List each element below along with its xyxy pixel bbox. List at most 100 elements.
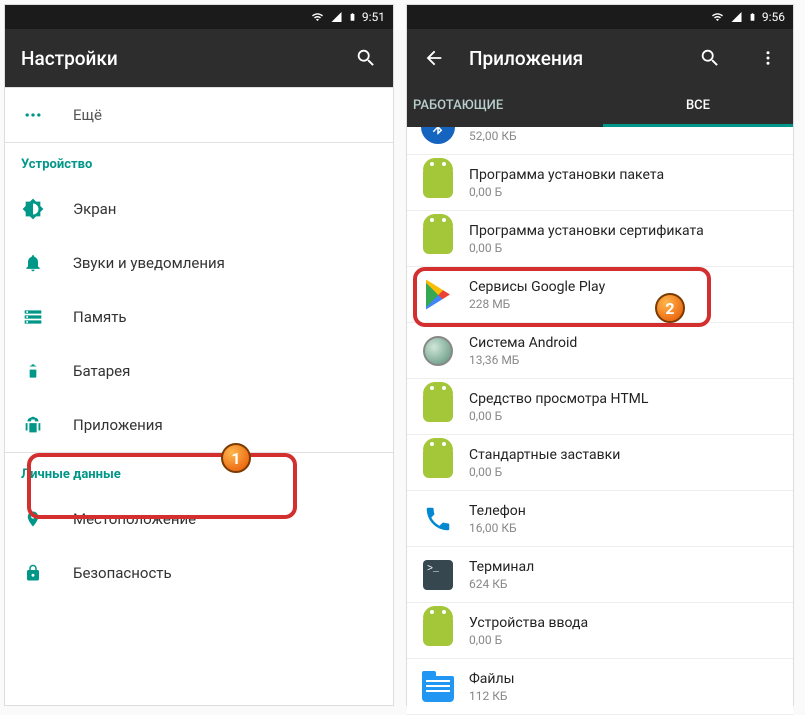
app-size: 0,00 Б [469,185,664,199]
overflow-button[interactable] [759,47,777,69]
tab-running[interactable]: РАБОТАЮЩИЕ [407,87,603,127]
more-icon [21,103,45,127]
app-size: 0,00 Б [469,465,620,479]
device-section-header: Устройство [5,143,393,182]
app-name: Программа установки сертификата [469,223,704,239]
app-row-phone[interactable]: Телефон 16,00 КБ [407,491,793,547]
apps-item[interactable]: Приложения [5,398,393,452]
battery-icon [748,10,757,24]
app-size: 0,00 Б [469,633,588,647]
status-bar: 9:51 [5,5,393,29]
app-row-system[interactable]: Система Android 13,36 МБ [407,323,793,379]
clock-text: 9:56 [762,10,785,24]
app-row-htmlviewer[interactable]: Средство просмотра HTML 0,00 Б [407,379,793,435]
app-size: 13,36 МБ [469,353,577,367]
bluetooth-icon [421,127,455,144]
bell-icon [21,251,45,275]
app-size: 0,00 Б [469,409,648,423]
app-name: Терминал [469,559,534,575]
app-name: Файлы [469,671,514,687]
storage-icon [21,305,45,329]
display-item[interactable]: Экран [5,182,393,236]
personal-section-header: Личные данные [5,453,393,492]
app-size: 52,00 КБ [469,129,616,143]
clock-text: 9:51 [362,10,385,24]
back-button[interactable] [423,47,445,69]
battery-label: Батарея [73,362,130,380]
app-size: 624 КБ [469,577,534,591]
wifi-icon [310,11,325,23]
app-row-bluetooth[interactable]: Передача по Bluetooth 52,00 КБ [407,127,793,155]
app-size: 228 МБ [469,297,605,311]
android-icon [421,614,455,648]
app-name: Система Android [469,335,577,351]
memory-label: Память [73,308,127,326]
battery-icon [348,10,357,24]
overflow-icon [759,47,777,69]
app-name: Телефон [469,503,526,519]
search-button[interactable] [699,47,721,69]
signal-icon [730,11,743,23]
app-name: Средство просмотра HTML [469,391,648,407]
battery-item[interactable]: Батарея [5,344,393,398]
location-icon [21,507,45,531]
app-name: Устройства ввода [469,615,588,631]
app-bar: Приложения [407,29,793,87]
settings-list: Ещё Устройство Экран Звуки и уведомления… [5,87,393,600]
app-name: Сервисы Google Play [469,279,605,295]
search-button[interactable] [355,47,377,69]
callout-badge-2: 2 [655,293,685,323]
play-services-icon [421,278,455,312]
android-icon [421,222,455,256]
system-icon [421,334,455,368]
display-label: Экран [73,200,116,218]
files-icon [421,670,455,704]
sound-item[interactable]: Звуки и уведомления [5,236,393,290]
app-size: 0,00 Б [469,241,704,255]
apps-label: Приложения [73,416,163,434]
search-icon [699,47,721,69]
app-bar: Настройки [5,29,393,87]
page-title: Приложения [469,47,583,70]
signal-icon [330,11,343,23]
app-row-input[interactable]: Устройства ввода 0,00 Б [407,603,793,659]
status-bar: 9:56 [407,5,793,29]
app-row-terminal[interactable]: >_ Терминал 624 КБ [407,547,793,603]
app-row-files[interactable]: Файлы 112 КБ [407,659,793,715]
phone-icon [421,502,455,536]
terminal-icon: >_ [421,558,455,592]
location-label: Местоположение [73,510,196,528]
app-name: Стандартные заставки [469,447,620,463]
app-row-play-services[interactable]: Сервисы Google Play 228 МБ [407,267,793,323]
more-label: Ещё [73,106,102,124]
search-icon [355,47,377,69]
settings-screen: 9:51 Настройки Ещё Устройство Экран [4,4,394,706]
tabs: РАБОТАЮЩИЕ ВСЕ [407,87,793,127]
apps-list[interactable]: Передача по Bluetooth 52,00 КБ Программа… [407,127,793,715]
apps-icon [21,413,45,437]
app-name: Программа установки пакета [469,167,664,183]
android-icon [421,390,455,424]
page-title: Настройки [21,47,118,70]
android-icon [421,446,455,480]
display-icon [21,197,45,221]
security-item[interactable]: Безопасность [5,546,393,600]
lock-icon [21,561,45,585]
android-icon [421,166,455,200]
tab-all[interactable]: ВСЕ [603,87,793,127]
security-label: Безопасность [73,564,172,582]
back-icon [423,47,445,69]
callout-badge-1: 1 [221,443,251,473]
app-size: 16,00 КБ [469,521,526,535]
app-size: 112 КБ [469,689,514,703]
app-row-wallpapers[interactable]: Стандартные заставки 0,00 Б [407,435,793,491]
wifi-icon [710,11,725,23]
location-item[interactable]: Местоположение [5,492,393,546]
app-row-certinstaller[interactable]: Программа установки сертификата 0,00 Б [407,211,793,267]
apps-screen: 9:56 Приложения РАБОТАЮЩИЕ ВСЕ Передача … [406,4,794,706]
battery-settings-icon [21,359,45,383]
sound-label: Звуки и уведомления [73,254,225,272]
app-row-pkginstaller[interactable]: Программа установки пакета 0,00 Б [407,155,793,211]
more-item[interactable]: Ещё [5,88,393,142]
memory-item[interactable]: Память [5,290,393,344]
